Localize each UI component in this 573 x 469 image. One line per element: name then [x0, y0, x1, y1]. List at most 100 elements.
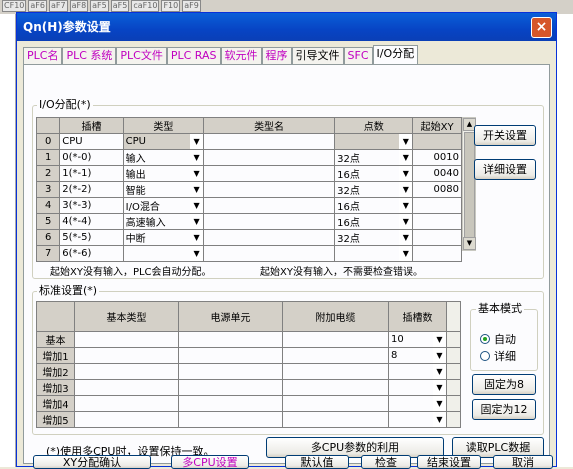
dropdown-arrow-icon[interactable]: ▼ [399, 230, 412, 245]
std-power-unit-input[interactable] [178, 331, 283, 348]
io-type-select[interactable]: ▼ [122, 245, 205, 262]
tab-4[interactable]: 软元件 [220, 47, 262, 65]
dropdown-arrow-icon[interactable]: ▼ [433, 412, 446, 427]
dropdown-arrow-icon[interactable]: ▼ [433, 364, 446, 379]
io-start-xy-input[interactable]: 0040 [412, 165, 462, 182]
std-slot-count-select[interactable]: ▼ [388, 379, 447, 396]
dropdown-arrow-icon[interactable]: ▼ [433, 348, 446, 363]
io-points-select[interactable]: ▼ [334, 245, 414, 262]
dropdown-arrow-icon[interactable]: ▼ [190, 214, 203, 229]
dropdown-arrow-icon[interactable]: ▼ [190, 166, 203, 181]
std-scroll-track[interactable] [446, 395, 461, 412]
dropdown-arrow-icon[interactable]: ▼ [399, 198, 412, 213]
std-power-unit-input[interactable] [178, 395, 283, 412]
io-type-name-input[interactable] [203, 213, 336, 230]
dropdown-arrow-icon[interactable]: ▼ [190, 134, 203, 149]
tab-1[interactable]: PLC 系统 [62, 47, 117, 65]
io-start-xy-input[interactable] [412, 229, 462, 246]
dropdown-arrow-icon[interactable]: ▼ [190, 230, 203, 245]
std-cable-input[interactable] [282, 331, 389, 348]
io-points-select[interactable]: ▼ [334, 133, 414, 150]
std-scroll-track[interactable] [446, 363, 461, 380]
detail-settings-button[interactable]: 详细设置 [474, 159, 536, 180]
io-type-select[interactable]: CPU ▼ [122, 133, 205, 150]
io-start-xy-input[interactable] [412, 133, 462, 150]
dropdown-arrow-icon[interactable]: ▼ [190, 198, 203, 213]
std-slot-count-select[interactable]: ▼ [388, 363, 447, 380]
std-power-unit-input[interactable] [178, 363, 283, 380]
std-slot-count-select[interactable]: ▼ [388, 395, 447, 412]
io-type-name-input[interactable] [203, 181, 336, 198]
tab-3[interactable]: PLC RAS [166, 47, 221, 65]
std-power-unit-input[interactable] [178, 411, 283, 428]
std-cable-input[interactable] [282, 347, 389, 364]
dropdown-arrow-icon[interactable]: ▼ [399, 150, 412, 165]
dropdown-arrow-icon[interactable]: ▼ [399, 182, 412, 197]
std-base-type-input[interactable] [74, 395, 179, 412]
io-points-select[interactable]: 16点 ▼ [334, 165, 414, 182]
scroll-down-icon[interactable]: ▼ [463, 237, 476, 250]
io-type-select[interactable]: I/O混合 ▼ [122, 197, 205, 214]
mode-auto-radio[interactable]: 自动 [480, 331, 516, 347]
std-cable-input[interactable] [282, 379, 389, 396]
io-type-name-input[interactable] [203, 133, 336, 150]
io-type-select[interactable]: 中断 ▼ [122, 229, 205, 246]
scroll-thumb[interactable] [464, 132, 475, 242]
io-type-select[interactable]: 输入 ▼ [122, 149, 205, 166]
dropdown-arrow-icon[interactable]: ▼ [190, 246, 203, 261]
tab-6[interactable]: 引导文件 [291, 47, 344, 65]
dropdown-arrow-icon[interactable]: ▼ [433, 380, 446, 395]
close-button[interactable]: × [531, 17, 552, 38]
io-points-select[interactable]: 32点 ▼ [334, 229, 414, 246]
io-points-select[interactable]: 16点 ▼ [334, 213, 414, 230]
io-start-xy-input[interactable]: 0010 [412, 149, 462, 166]
fix-12-button[interactable]: 固定为12 [472, 399, 536, 420]
dropdown-arrow-icon[interactable]: ▼ [190, 182, 203, 197]
std-scroll-track[interactable] [446, 411, 461, 428]
io-type-name-input[interactable] [203, 149, 336, 166]
dropdown-arrow-icon[interactable]: ▼ [190, 150, 203, 165]
std-power-unit-input[interactable] [178, 347, 283, 364]
io-start-xy-input[interactable]: 0080 [412, 181, 462, 198]
tab-7[interactable]: SFC [343, 47, 373, 65]
dropdown-arrow-icon[interactable]: ▼ [399, 134, 412, 149]
std-cable-input[interactable] [282, 395, 389, 412]
radio-selected-icon[interactable] [480, 334, 490, 344]
std-base-type-input[interactable] [74, 347, 179, 364]
dropdown-arrow-icon[interactable]: ▼ [399, 246, 412, 261]
std-cable-input[interactable] [282, 411, 389, 428]
io-start-xy-input[interactable] [412, 213, 462, 230]
tab-8[interactable]: I/O分配 [372, 45, 419, 65]
io-points-select[interactable]: 32点 ▼ [334, 181, 414, 198]
radio-unselected-icon[interactable] [480, 351, 490, 361]
std-base-type-input[interactable] [74, 411, 179, 428]
std-slot-count-select[interactable]: ▼ [388, 411, 447, 428]
mode-detail-radio[interactable]: 详细 [480, 348, 516, 364]
io-type-select[interactable]: 智能 ▼ [122, 181, 205, 198]
std-scroll-track[interactable] [446, 379, 461, 396]
std-base-type-input[interactable] [74, 363, 179, 380]
tab-0[interactable]: PLC名 [23, 47, 63, 65]
io-start-xy-input[interactable] [412, 197, 462, 214]
io-type-name-input[interactable] [203, 229, 336, 246]
io-type-select[interactable]: 高速输入 ▼ [122, 213, 205, 230]
io-type-name-input[interactable] [203, 197, 336, 214]
std-power-unit-input[interactable] [178, 379, 283, 396]
io-type-select[interactable]: 输出 ▼ [122, 165, 205, 182]
std-base-type-input[interactable] [74, 379, 179, 396]
tab-2[interactable]: PLC文件 [116, 47, 167, 65]
dropdown-arrow-icon[interactable]: ▼ [433, 396, 446, 411]
std-scroll-track[interactable] [446, 331, 461, 348]
tab-5[interactable]: 程序 [261, 47, 292, 65]
dropdown-arrow-icon[interactable]: ▼ [399, 166, 412, 181]
io-start-xy-input[interactable] [412, 245, 462, 262]
std-slot-count-select[interactable]: 10 ▼ [388, 331, 447, 348]
std-scroll-track[interactable] [446, 347, 461, 364]
io-type-name-input[interactable] [203, 245, 336, 262]
dropdown-arrow-icon[interactable]: ▼ [399, 214, 412, 229]
dropdown-arrow-icon[interactable]: ▼ [433, 332, 446, 347]
io-points-select[interactable]: 16点 ▼ [334, 197, 414, 214]
fix-8-button[interactable]: 固定为8 [472, 374, 536, 395]
std-cable-input[interactable] [282, 363, 389, 380]
switch-settings-button[interactable]: 开关设置 [474, 125, 536, 146]
